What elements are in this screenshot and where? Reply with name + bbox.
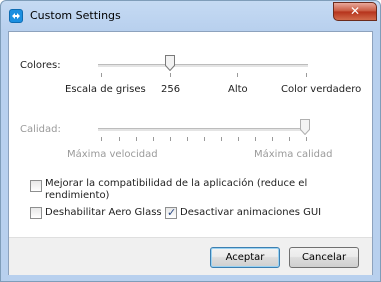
quality-label: Calidad: [20, 124, 61, 135]
gui-animations-checkbox[interactable]: ✓ [165, 206, 177, 219]
colors-slider-track[interactable] [98, 64, 308, 68]
dialog-content: Colores: Escala de grises 256 Alto Color… [8, 31, 373, 275]
colors-label: Colores: [20, 60, 61, 71]
quality-tick [204, 137, 205, 141]
colors-tick [306, 73, 307, 77]
window-title: Custom Settings [30, 9, 121, 22]
quality-min-label: Máxima velocidad [67, 149, 158, 160]
quality-tick [101, 137, 102, 141]
quality-tick [119, 137, 120, 141]
checkmark-icon: ✓ [167, 206, 177, 219]
quality-slider-thumb[interactable] [300, 119, 310, 136]
colors-option-high: Alto [228, 84, 248, 95]
quality-max-label: Máxima calidad [254, 149, 333, 160]
close-button[interactable]: ✕ [333, 2, 377, 21]
quality-tick [187, 137, 188, 141]
close-icon: ✕ [349, 4, 361, 18]
colors-tick [170, 73, 171, 77]
colors-option-grayscale: Escala de grises [65, 84, 146, 95]
compatibility-checkbox[interactable] [30, 180, 42, 192]
quality-tick [170, 137, 171, 141]
colors-option-truecolor: Color verdadero [281, 84, 362, 95]
quality-tick [136, 137, 137, 141]
title-bar[interactable]: Custom Settings ✕ [1, 1, 380, 31]
dialog-window: Custom Settings ✕ Colores: Escala de gri… [0, 0, 381, 282]
quality-slider-track[interactable] [98, 128, 308, 132]
colors-tick [101, 73, 102, 77]
quality-tick [306, 137, 307, 141]
accept-button[interactable]: Aceptar [210, 247, 280, 268]
colors-option-256: 256 [161, 84, 181, 95]
quality-tick [153, 137, 154, 141]
compatibility-label-line2: rendimiento) [45, 190, 110, 201]
colors-slider-thumb[interactable] [165, 55, 175, 72]
teamviewer-app-icon [9, 9, 23, 23]
quality-tick [272, 137, 273, 141]
cancel-button[interactable]: Cancelar [289, 247, 359, 268]
aero-glass-label: Deshabilitar Aero Glass [45, 207, 162, 218]
colors-tick [237, 73, 238, 77]
quality-tick [255, 137, 256, 141]
quality-tick [289, 137, 290, 141]
quality-tick [221, 137, 222, 141]
quality-tick [238, 137, 239, 141]
button-bar: Aceptar Cancelar [9, 237, 372, 275]
gui-animations-label: Desactivar animaciones GUI [180, 207, 322, 218]
compatibility-label-line1: Mejorar la compatibilidad de la aplicaci… [45, 178, 308, 189]
aero-glass-checkbox[interactable] [30, 207, 42, 219]
